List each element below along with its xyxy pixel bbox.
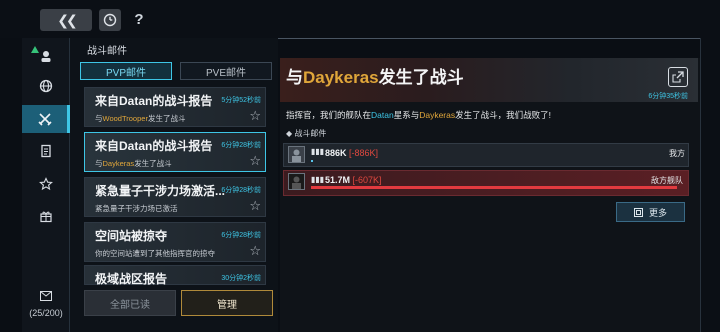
- right-frame: [700, 38, 720, 332]
- detail-message: 指挥官，我们的舰队在Datan星系与Daykeras发生了战斗，我们战败了!: [286, 110, 551, 120]
- ally-power: 886K [-886K]: [325, 148, 379, 158]
- report-title: 紧急量子干涉力场激活...: [95, 184, 226, 198]
- share-button[interactable]: [668, 67, 688, 87]
- back-button[interactable]: ❮❮: [40, 9, 92, 31]
- document-icon: [41, 144, 51, 158]
- fleet-icon: ▮▮▮: [311, 147, 325, 156]
- sidebar: (25/200): [22, 38, 70, 332]
- fleet-icon: ▮▮▮: [311, 175, 325, 184]
- report-title: 来自Datan的战斗报告: [95, 139, 213, 153]
- report-title: 空间站被掠夺: [95, 229, 168, 243]
- tab-pvp[interactable]: PVP邮件: [80, 62, 172, 80]
- list-item[interactable]: 极域战区报告 30分钟2秒前: [84, 265, 266, 286]
- sidebar-item-gifts[interactable]: [22, 202, 70, 230]
- report-time: 6分钟28秒前: [221, 232, 261, 239]
- report-subtitle: 与Daykeras发生了战斗: [95, 159, 172, 168]
- report-subtitle: 你的空间站遭到了其他指挥官的掠夺: [95, 249, 215, 258]
- favorite-star-icon[interactable]: ☆: [249, 198, 261, 214]
- ally-strength-bar: [311, 160, 313, 162]
- star-icon: [39, 177, 53, 191]
- detail-title: 与Daykeras发生了战斗: [286, 68, 464, 87]
- double-chevron-left-icon: ❮❮: [57, 11, 78, 28]
- sidebar-item-commander[interactable]: [22, 42, 70, 70]
- enemy-strength-bar: [311, 186, 677, 189]
- more-button[interactable]: 更多: [616, 202, 685, 222]
- list-item[interactable]: 来自Datan的战斗报告 5分钟52秒前 与WoodTrooper发生了战斗 ☆: [84, 87, 266, 127]
- report-title: 极域战区报告: [95, 272, 168, 286]
- globe-icon: [39, 79, 53, 93]
- manage-button[interactable]: 管理: [181, 290, 273, 316]
- ally-label: 我方: [669, 149, 685, 158]
- mailbox[interactable]: (25/200): [22, 288, 70, 318]
- list-item[interactable]: 紧急量子干涉力场激活... 6分钟28秒前 紧急量子干涉力场已激活 ☆: [84, 177, 266, 217]
- alert-icon: [31, 46, 39, 53]
- mail-icon: [40, 291, 52, 301]
- panel-title: 战斗邮件: [87, 46, 127, 57]
- help-button[interactable]: ?: [131, 9, 147, 31]
- sidebar-item-battle[interactable]: [22, 105, 70, 133]
- section-label: ◆ 战斗邮件: [286, 129, 327, 138]
- report-time: 6分钟28秒前: [221, 187, 261, 194]
- report-time: 5分钟52秒前: [221, 97, 261, 104]
- list-item[interactable]: 空间站被掠夺 6分钟28秒前 你的空间站遭到了其他指挥官的掠夺 ☆: [84, 222, 266, 262]
- share-icon: [672, 71, 684, 83]
- report-time: 6分钟28秒前: [221, 142, 261, 149]
- report-subtitle: 紧急量子干涉力场已激活: [95, 204, 178, 213]
- favorite-star-icon[interactable]: ☆: [249, 108, 261, 124]
- ally-avatar: [288, 146, 305, 163]
- enemy-label: 敌方舰队: [651, 176, 683, 185]
- sidebar-item-favorites[interactable]: [22, 170, 70, 198]
- favorite-star-icon[interactable]: ☆: [249, 153, 261, 169]
- history-button[interactable]: [99, 9, 121, 31]
- mail-count: (25/200): [29, 308, 63, 318]
- report-subtitle: 与WoodTrooper发生了战斗: [95, 114, 186, 123]
- crossed-swords-icon: [37, 113, 52, 126]
- report-title: 来自Datan的战斗报告: [95, 94, 213, 108]
- report-time: 30分钟2秒前: [221, 275, 261, 282]
- enemy-avatar: [288, 173, 305, 190]
- detail-time: 6分钟35秒前: [648, 93, 688, 100]
- sidebar-item-documents[interactable]: [22, 137, 70, 165]
- expand-icon: [633, 207, 643, 217]
- commander-icon: [41, 51, 51, 62]
- favorite-star-icon[interactable]: ☆: [249, 243, 261, 259]
- enemy-power: 51.7M [-607K]: [325, 175, 382, 185]
- sidebar-item-galaxy[interactable]: [22, 72, 70, 100]
- gift-icon: [40, 211, 52, 223]
- clock-icon: [103, 13, 117, 27]
- read-all-button[interactable]: 全部已读: [84, 290, 176, 316]
- tab-pve[interactable]: PVE邮件: [180, 62, 272, 80]
- list-item-selected[interactable]: 来自Datan的战斗报告 6分钟28秒前 与Daykeras发生了战斗 ☆: [84, 132, 266, 172]
